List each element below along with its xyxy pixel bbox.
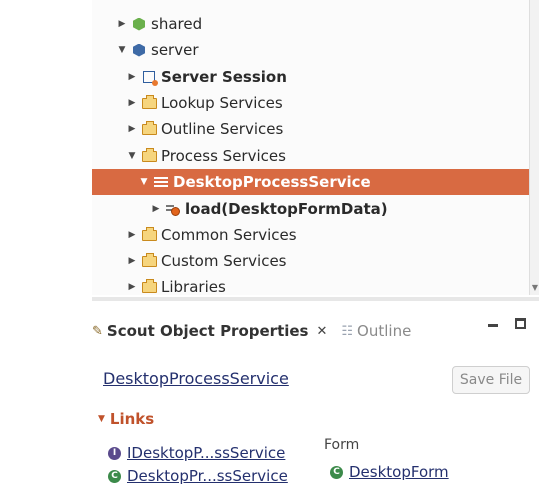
- tree-item-label: Common Services: [161, 226, 297, 244]
- properties-icon: ✎: [92, 323, 103, 339]
- tab-outline[interactable]: ☷ Outline: [341, 322, 411, 340]
- folder-icon: [140, 226, 158, 243]
- collapse-arrow-icon[interactable]: ▼: [116, 45, 128, 55]
- interface-link-row: I IDesktopP...ssService: [108, 444, 285, 462]
- outline-icon: ☷: [341, 323, 354, 339]
- save-file-button[interactable]: Save File: [452, 366, 530, 394]
- expand-arrow-icon[interactable]: ▶: [126, 256, 138, 266]
- folder-icon: [140, 252, 158, 269]
- form-link-row: C DesktopForm: [330, 463, 449, 481]
- view-tab-bar: ✎ Scout Object Properties ✕ ☷ Outline: [92, 316, 539, 346]
- tree-item-server-session[interactable]: ▶ Server Session: [92, 64, 529, 90]
- section-title: Links: [109, 410, 155, 428]
- tree-item-load-operation[interactable]: ▶ load(DesktopFormData): [92, 196, 529, 222]
- folder-icon: [140, 120, 158, 137]
- tree-item-common-services[interactable]: ▶ Common Services: [92, 222, 529, 248]
- collapse-arrow-icon[interactable]: ▼: [126, 151, 138, 161]
- minimize-icon[interactable]: [488, 324, 498, 327]
- class-icon: C: [330, 465, 343, 479]
- tree-item-shared[interactable]: ▶ shared: [92, 11, 529, 37]
- scroll-down-icon[interactable]: ▼: [530, 283, 539, 293]
- folder-icon: [140, 147, 158, 164]
- form-title-link[interactable]: DesktopProcessService: [103, 369, 289, 388]
- project-tree[interactable]: ▶ shared ▼ server ▶ Server Session ▶ Loo…: [92, 0, 529, 295]
- tree-item-label: DesktopProcessService: [173, 173, 371, 191]
- form-link[interactable]: DesktopForm: [349, 463, 449, 481]
- package-icon: [130, 42, 148, 58]
- tree-item-label: Libraries: [161, 278, 226, 295]
- tree-item-desktop-process-service[interactable]: ▼ DesktopProcessService: [92, 169, 529, 195]
- tree-item-outline-services[interactable]: ▶ Outline Services: [92, 116, 529, 142]
- expand-arrow-icon[interactable]: ▶: [126, 124, 138, 134]
- close-icon[interactable]: ✕: [316, 324, 327, 339]
- tab-label: Scout Object Properties: [106, 322, 309, 340]
- operation-icon: [164, 201, 182, 217]
- tree-item-label: Lookup Services: [161, 94, 283, 112]
- class-icon: C: [108, 469, 121, 483]
- tab-scout-object-properties[interactable]: ✎ Scout Object Properties ✕: [92, 322, 327, 340]
- folder-icon: [140, 94, 158, 111]
- form-label: Form: [324, 437, 360, 453]
- tree-item-label: load(DesktopFormData): [185, 200, 388, 218]
- maximize-icon[interactable]: [515, 318, 526, 329]
- expand-arrow-icon[interactable]: ▶: [126, 72, 138, 82]
- interface-icon: I: [108, 446, 121, 460]
- collapse-arrow-icon[interactable]: ▼: [98, 414, 105, 424]
- session-icon: [140, 69, 158, 86]
- class-link-row: C DesktopPr...ssService: [108, 467, 288, 485]
- folder-icon: [140, 278, 158, 295]
- tree-item-server[interactable]: ▼ server: [92, 37, 529, 63]
- expand-arrow-icon[interactable]: ▶: [126, 230, 138, 240]
- tree-item-custom-services[interactable]: ▶ Custom Services: [92, 248, 529, 274]
- expand-arrow-icon[interactable]: ▶: [150, 204, 162, 214]
- tree-item-label: server: [151, 41, 199, 59]
- tree-item-label: Server Session: [161, 68, 287, 86]
- tree-item-label: Custom Services: [161, 252, 287, 270]
- expand-arrow-icon[interactable]: ▶: [126, 98, 138, 108]
- links-section-header[interactable]: ▼ Links: [98, 410, 154, 428]
- tree-item-process-services[interactable]: ▼ Process Services: [92, 143, 529, 169]
- tree-item-label: shared: [151, 15, 203, 33]
- class-link[interactable]: DesktopPr...ssService: [127, 467, 288, 485]
- package-icon: [130, 16, 148, 32]
- tab-label: Outline: [357, 322, 412, 340]
- panel-divider[interactable]: [92, 297, 539, 301]
- tree-item-label: Process Services: [161, 147, 286, 165]
- collapse-arrow-icon[interactable]: ▼: [138, 177, 150, 187]
- tree-item-lookup-services[interactable]: ▶ Lookup Services: [92, 90, 529, 116]
- tree-scrollbar[interactable]: ▼: [529, 0, 539, 295]
- expand-arrow-icon[interactable]: ▶: [116, 19, 128, 29]
- tree-item-libraries[interactable]: ▶ Libraries: [92, 274, 529, 295]
- service-icon: [152, 174, 170, 190]
- interface-link[interactable]: IDesktopP...ssService: [127, 444, 285, 462]
- tree-item-label: Outline Services: [161, 120, 284, 138]
- expand-arrow-icon[interactable]: ▶: [126, 282, 138, 292]
